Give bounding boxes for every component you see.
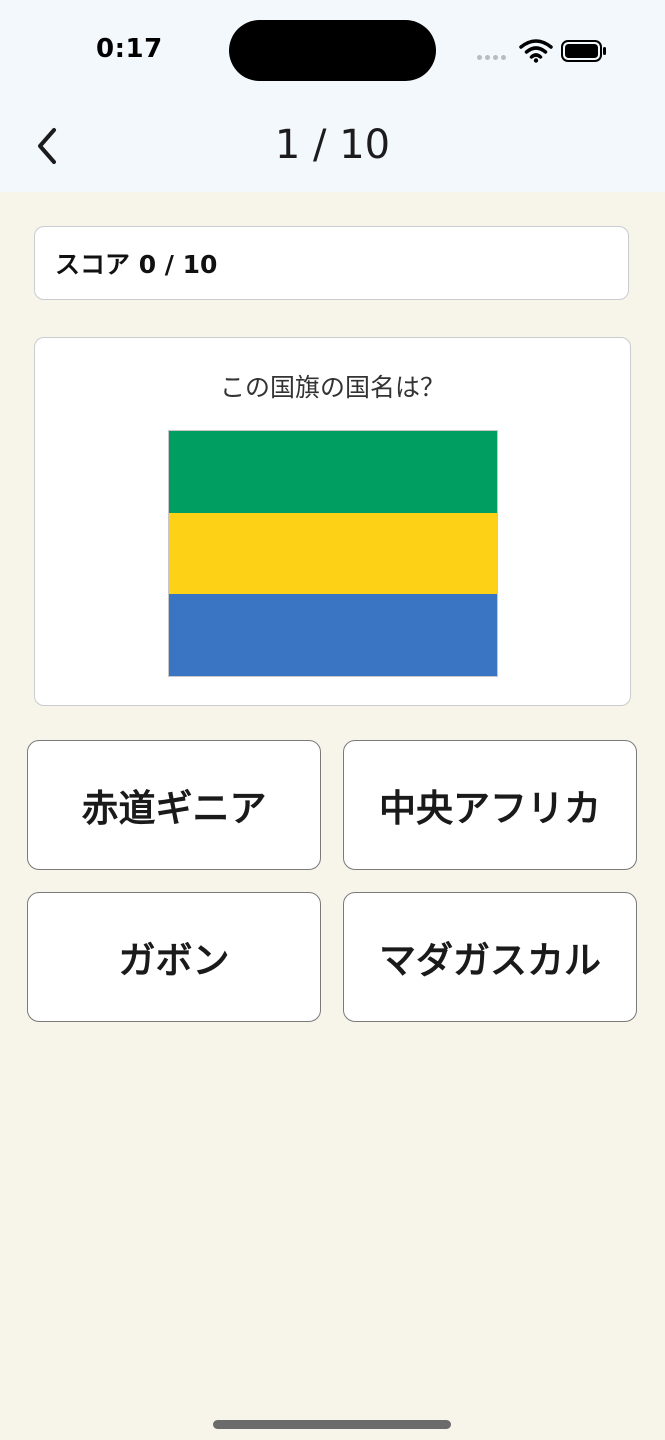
flag-band-bottom bbox=[169, 594, 497, 676]
status-time: 0:17 bbox=[96, 34, 163, 64]
answer-button-2[interactable]: 中央アフリカ bbox=[343, 740, 637, 870]
answer-label: マダガスカル bbox=[379, 939, 601, 982]
signal-dots-icon bbox=[477, 55, 506, 60]
question-prompt: この国旗の国名は？ bbox=[219, 373, 445, 402]
wifi-icon bbox=[519, 39, 553, 63]
answer-label: 中央アフリカ bbox=[379, 787, 601, 830]
page-title: 1 / 10 bbox=[274, 122, 391, 168]
answer-label: ガボン bbox=[118, 939, 230, 982]
home-indicator[interactable] bbox=[213, 1420, 451, 1429]
dynamic-island bbox=[229, 20, 436, 81]
flag-band-top bbox=[169, 431, 497, 513]
top-header: 0:17 1 / 10 bbox=[0, 0, 665, 192]
score-card: スコア 0 / 10 bbox=[34, 226, 629, 300]
question-card: この国旗の国名は？ bbox=[34, 337, 631, 706]
flag-image bbox=[168, 430, 498, 677]
flag-band-middle bbox=[169, 512, 497, 595]
answer-button-3[interactable]: ガボン bbox=[27, 892, 321, 1022]
answer-button-1[interactable]: 赤道ギニア bbox=[27, 740, 321, 870]
answer-button-4[interactable]: マダガスカル bbox=[343, 892, 637, 1022]
score-label: スコア 0 / 10 bbox=[55, 250, 218, 279]
answer-label: 赤道ギニア bbox=[81, 787, 267, 830]
battery-icon bbox=[561, 40, 606, 62]
